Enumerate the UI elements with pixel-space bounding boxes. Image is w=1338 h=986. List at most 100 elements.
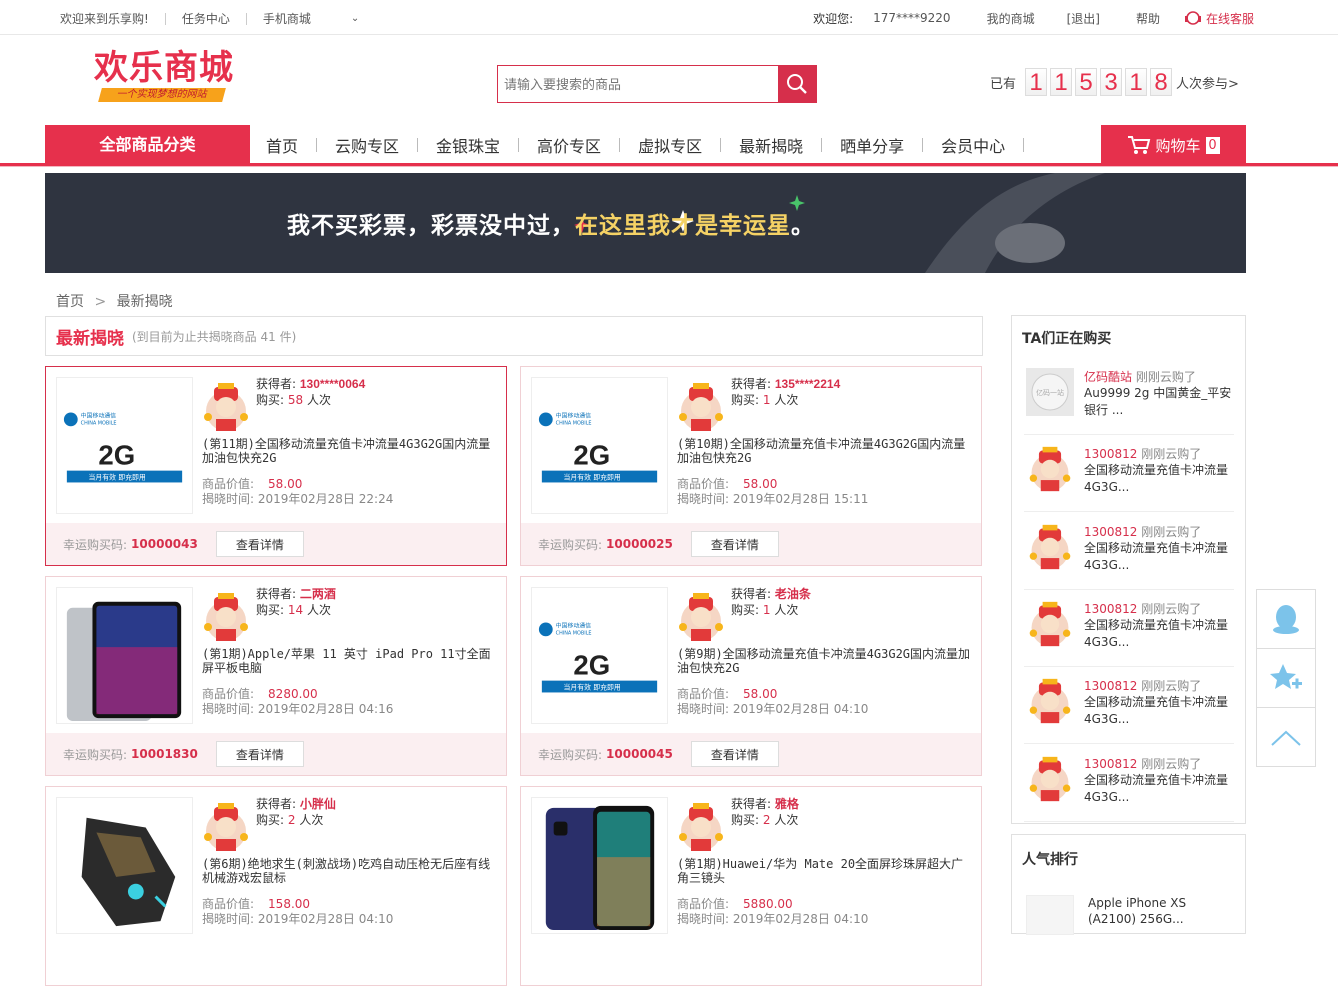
username[interactable]: 177****9220 — [873, 11, 950, 25]
product-image[interactable]: 中国移动通信 CHINA MOBILE 2G 当月有效 即充即用 — [531, 377, 668, 514]
view-detail-button[interactable]: 查看详情 — [690, 531, 779, 557]
buying-now-item[interactable]: 亿码一站 亿码酷站 刚刚云购了 Au9999 2g 中国黄金_平安银行 ... — [1024, 358, 1234, 435]
winner-name[interactable]: 130****0064 — [300, 377, 365, 391]
search-input[interactable] — [498, 66, 778, 102]
product-card[interactable]: 获得者: 小胖仙 购买: 2 人次 (第6期)绝地求生(刺激战场)吃鸡自动压枪无后座… — [45, 786, 507, 986]
winner-name[interactable]: 135****2214 — [775, 377, 840, 391]
buyer-name[interactable]: 亿码酷站 — [1084, 370, 1132, 384]
product-title[interactable]: (第10期)全国移动流量充值卡冲流量4G3G2G国内流量加油包快充2G — [677, 437, 973, 465]
buyer-name[interactable]: 1300812 — [1084, 525, 1137, 539]
buyer-name[interactable]: 1300812 — [1084, 602, 1137, 616]
qq-button[interactable] — [1257, 590, 1315, 649]
promo-banner[interactable]: 我不买彩票，彩票没中过，在这里我才是幸运星。 — [45, 173, 1246, 273]
winner-line: 获得者: 老油条 — [731, 587, 811, 601]
buyer-line: 1300812 刚刚云购了 — [1084, 756, 1202, 771]
buyer-name[interactable]: 1300812 — [1084, 757, 1137, 771]
product-card[interactable]: 中国移动通信 CHINA MOBILE 2G 当月有效 即充即用 获得者: 135***… — [520, 366, 982, 566]
winner-name[interactable]: 雅格 — [775, 797, 799, 811]
mobile-mall-link[interactable]: 手机商城 — [263, 10, 311, 27]
header: 欢乐商城 一个实现梦想的网站 已有 1 1 5 3 1 8 人次参与> — [0, 36, 1338, 124]
product-title[interactable]: (第1期)Huawei/华为 Mate 20全面屏珍珠屏超大广角三镜头 — [677, 857, 973, 885]
winner-avatar — [200, 381, 252, 433]
participation-link[interactable]: 人次参与> — [1176, 73, 1239, 92]
online-service-link[interactable]: 在线客服 — [1184, 9, 1254, 27]
buyer-product[interactable]: 全国移动流量充值卡冲流量4G3G... — [1084, 694, 1232, 728]
winner-name[interactable]: 老油条 — [775, 587, 811, 601]
svg-text:当月有效 即充即用: 当月有效 即充即用 — [564, 682, 621, 691]
logout-link[interactable]: [退出] — [1067, 10, 1100, 27]
buyer-product[interactable]: Au9999 2g 中国黄金_平安银行 ... — [1084, 385, 1232, 419]
help-link[interactable]: 帮助 — [1136, 10, 1160, 27]
winner-name[interactable]: 小胖仙 — [300, 797, 336, 811]
lucky-code: 10001830 — [131, 747, 198, 761]
product-title[interactable]: (第6期)绝地求生(刺激战场)吃鸡自动压枪无后座有线机械游戏宏鼠标 — [202, 857, 498, 885]
buying-now-item[interactable]: 1300812 刚刚云购了 全国移动流量充值卡冲流量4G3G... — [1024, 745, 1234, 822]
buyer-product[interactable]: 全国移动流量充值卡冲流量4G3G... — [1084, 772, 1232, 806]
bought-line: 购买: 14 人次 — [256, 603, 331, 617]
product-card[interactable]: 中国移动通信 CHINA MOBILE 2G 当月有效 即充即用 获得者: 130***… — [45, 366, 507, 566]
reveal-time: 揭晓时间: 2019年02月28日 04:10 — [677, 702, 869, 716]
view-detail-button[interactable]: 查看详情 — [690, 741, 779, 767]
buyer-product[interactable]: 全国移动流量充值卡冲流量4G3G... — [1084, 462, 1232, 496]
chevron-down-icon[interactable]: ⌄ — [351, 13, 359, 24]
buyer-avatar[interactable] — [1026, 523, 1074, 571]
buying-now-item[interactable]: 1300812 刚刚云购了 全国移动流量充值卡冲流量4G3G... — [1024, 590, 1234, 667]
product-image[interactable] — [56, 797, 193, 934]
reveal-time: 揭晓时间: 2019年02月28日 22:24 — [202, 492, 394, 506]
cart-button[interactable]: 购物车 0 — [1101, 125, 1246, 165]
back-to-top-button[interactable] — [1257, 708, 1315, 767]
menu-item-member[interactable]: 会员中心 — [941, 133, 1005, 157]
buyer-product[interactable]: 全国移动流量充值卡冲流量4G3G... — [1084, 617, 1232, 651]
view-detail-button[interactable]: 查看详情 — [215, 741, 304, 767]
menu-item-cloud[interactable]: 云购专区 — [335, 133, 399, 157]
product-image[interactable] — [531, 797, 668, 934]
card-footer: 幸运购买码: 10000043 查看详情 — [46, 523, 506, 565]
buyer-line: 1300812 刚刚云购了 — [1084, 601, 1202, 616]
menu-item-share[interactable]: 晒单分享 — [840, 133, 904, 157]
menu-item-latest[interactable]: 最新揭晓 — [739, 133, 803, 157]
product-title[interactable]: (第1期)Apple/苹果 11 英寸 iPad Pro 11寸全面屏平板电脑 — [202, 647, 498, 675]
product-title[interactable]: (第9期)全国移动流量充值卡冲流量4G3G2G国内流量加油包快充2G — [677, 647, 973, 675]
all-categories-button[interactable]: 全部商品分类 — [45, 125, 250, 165]
product-image[interactable]: 中国移动通信 CHINA MOBILE 2G 当月有效 即充即用 — [56, 377, 193, 514]
counter-digit: 8 — [1150, 68, 1173, 96]
view-detail-button[interactable]: 查看详情 — [215, 531, 304, 557]
product-card[interactable]: 获得者: 二两酒 购买: 14 人次 (第1期)Apple/苹果 11 英寸 iPa… — [45, 576, 507, 776]
my-mall-link[interactable]: 我的商城 — [987, 10, 1035, 27]
product-card[interactable]: 获得者: 雅格 购买: 2 人次 (第1期)Huawei/华为 Mate 20全面屏… — [520, 786, 982, 986]
menu-item-premium[interactable]: 高价专区 — [537, 133, 601, 157]
breadcrumb-current: 最新揭晓 — [116, 294, 173, 310]
product-card[interactable]: 中国移动通信 CHINA MOBILE 2G 当月有效 即充即用 获得者: 老油条 购买:… — [520, 576, 982, 776]
buyer-avatar[interactable] — [1026, 445, 1074, 493]
breadcrumb-home[interactable]: 首页 — [56, 294, 84, 310]
popular-item-image[interactable] — [1026, 895, 1074, 935]
buying-now-item[interactable]: 1300812 刚刚云购了 全国移动流量充值卡冲流量4G3G... — [1024, 435, 1234, 513]
favorite-button[interactable] — [1257, 649, 1315, 708]
lucky-code: 10000043 — [131, 537, 198, 551]
buyer-avatar[interactable] — [1026, 677, 1074, 725]
buyer-name[interactable]: 1300812 — [1084, 679, 1137, 693]
counter-digit: 1 — [1025, 68, 1048, 96]
search-button[interactable] — [778, 66, 816, 102]
task-center-link[interactable]: 任务中心 — [182, 10, 230, 27]
winner-name[interactable]: 二两酒 — [300, 587, 336, 601]
menu-item-home[interactable]: 首页 — [266, 133, 298, 157]
menu-item-jewelry[interactable]: 金银珠宝 — [436, 133, 500, 157]
buyer-product[interactable]: 全国移动流量充值卡冲流量4G3G... — [1084, 540, 1232, 574]
buying-now-item[interactable]: 1300812 刚刚云购了 全国移动流量充值卡冲流量4G3G... — [1024, 667, 1234, 745]
product-image[interactable] — [56, 587, 193, 724]
popular-item-name[interactable]: Apple iPhone XS (A2100) 256G... — [1088, 895, 1186, 927]
menu-item-virtual[interactable]: 虚拟专区 — [638, 133, 702, 157]
buyer-avatar[interactable] — [1026, 755, 1074, 803]
buying-now-item[interactable]: 1300812 刚刚云购了 全国移动流量充值卡冲流量4G3G... — [1024, 513, 1234, 590]
site-logo[interactable]: 欢乐商城 一个实现梦想的网站 — [94, 48, 244, 108]
buyer-avatar[interactable] — [1026, 600, 1074, 648]
buyer-avatar[interactable]: 亿码一站 — [1026, 368, 1074, 416]
bought-count: 1 — [762, 603, 771, 617]
card-footer: 幸运购买码: 10000025 查看详情 — [521, 523, 981, 565]
cart-icon — [1128, 136, 1151, 154]
buyer-name[interactable]: 1300812 — [1084, 447, 1137, 461]
product-title[interactable]: (第11期)全国移动流量充值卡冲流量4G3G2G国内流量加油包快充2G — [202, 437, 498, 465]
product-image[interactable]: 中国移动通信 CHINA MOBILE 2G 当月有效 即充即用 — [531, 587, 668, 724]
svg-text:当月有效 即充即用: 当月有效 即充即用 — [89, 472, 146, 481]
